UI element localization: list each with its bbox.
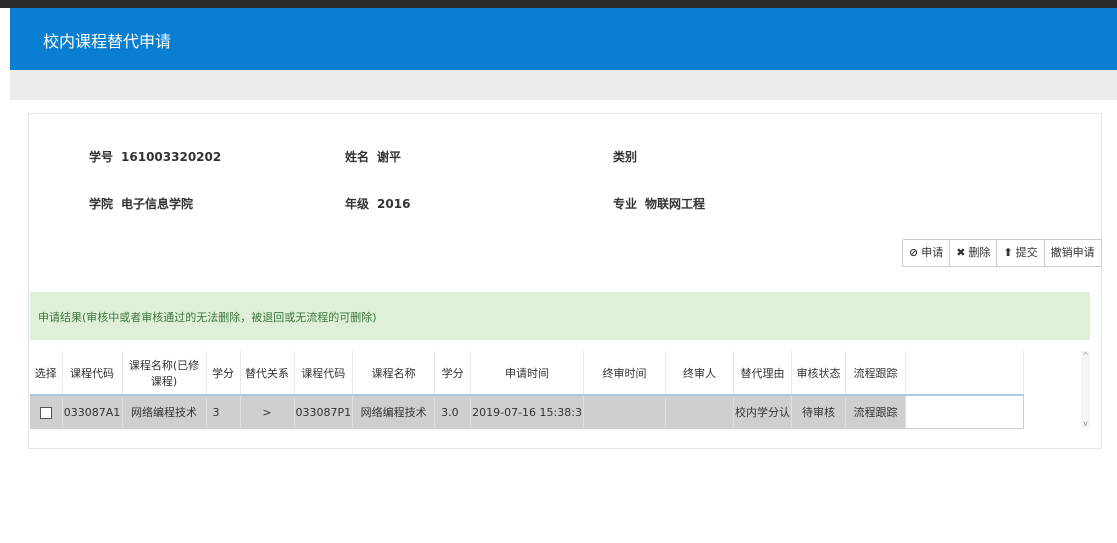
col-header-course-name-taken[interactable]: 课程名称(已修课程) xyxy=(122,351,207,396)
status-cell: 待审核 xyxy=(791,395,846,429)
relation-cell: > xyxy=(240,395,295,429)
action-toolbar: ⊘ 申请 ✖ 删除 ⬆ 提交 撤销申请 xyxy=(902,239,1102,267)
col-header-final-time[interactable]: 终审时间 xyxy=(583,351,666,396)
col-header-reason[interactable]: 替代理由 xyxy=(733,351,792,396)
student-name-label: 姓名 xyxy=(345,150,370,164)
student-id-label: 学号 xyxy=(89,150,114,164)
delete-button[interactable]: ✖ 删除 xyxy=(950,240,998,266)
sub-course-name-cell: 网络编程技术 xyxy=(352,395,436,429)
college-label: 学院 xyxy=(89,197,114,211)
col-header-apply-time[interactable]: 申请时间 xyxy=(470,351,584,396)
final-time-cell xyxy=(583,395,666,429)
student-id-field: 学号 161003320202 xyxy=(89,148,221,165)
final-reviewer-cell xyxy=(665,395,734,429)
student-name-field: 姓名 谢平 xyxy=(345,148,401,165)
empty-cell xyxy=(904,394,1024,429)
page-header: 校内课程替代申请 xyxy=(10,8,1117,70)
top-strip xyxy=(0,0,1117,8)
course-name-cell: 网络编程技术 xyxy=(122,395,207,429)
col-header-status[interactable]: 审核状态 xyxy=(791,351,846,396)
scroll-down-icon[interactable]: v xyxy=(1081,419,1090,428)
college-field: 学院 电子信息学院 xyxy=(89,195,193,212)
col-header-sub-course-name[interactable]: 课程名称 xyxy=(352,351,436,396)
col-header-credit[interactable]: 学分 xyxy=(206,351,241,396)
revoke-button[interactable]: 撤销申请 xyxy=(1045,240,1101,266)
major-value: 物联网工程 xyxy=(645,197,706,211)
category-field: 类别 xyxy=(613,148,645,165)
delete-button-label: 删除 xyxy=(968,246,991,259)
page-title: 校内课程替代申请 xyxy=(43,32,172,51)
apply-button[interactable]: ⊘ 申请 xyxy=(903,240,951,266)
result-note: 申请结果(审核中或者审核通过的无法删除，被退回或无流程的可删除) xyxy=(38,311,377,324)
col-header-sub-credit[interactable]: 学分 xyxy=(434,351,472,396)
apply-time-cell: 2019-07-16 15:38:3 xyxy=(470,395,584,429)
col-header-course-code[interactable]: 课程代码 xyxy=(62,351,123,396)
revoke-button-label: 撤销申请 xyxy=(1050,246,1095,259)
category-label: 类别 xyxy=(613,150,638,164)
table-scrollbar[interactable]: ^ v xyxy=(1081,351,1090,428)
student-name-value: 谢平 xyxy=(377,150,402,164)
student-id-value: 161003320202 xyxy=(121,150,222,164)
col-header-empty xyxy=(905,351,1024,396)
col-header-select[interactable]: 选择 xyxy=(30,351,63,396)
tracking-link[interactable]: 流程跟踪 xyxy=(845,395,906,429)
col-header-final-reviewer[interactable]: 终审人 xyxy=(665,351,734,396)
ban-icon: ⊘ xyxy=(909,246,919,259)
reason-cell: 校内学分认 xyxy=(733,395,792,429)
col-header-sub-course-code[interactable]: 课程代码 xyxy=(294,351,354,396)
course-code-link[interactable]: 033087A1 xyxy=(62,395,123,429)
scroll-up-icon[interactable]: ^ xyxy=(1081,351,1090,360)
grade-label: 年级 xyxy=(345,197,370,211)
apply-button-label: 申请 xyxy=(921,246,944,259)
close-icon: ✖ xyxy=(956,246,966,259)
credit-cell: 3 xyxy=(206,395,241,429)
table-row[interactable]: 033087A1 网络编程技术 3 > 033087P1 网络编程技术 3.0 … xyxy=(30,394,1024,429)
row-select-cell[interactable] xyxy=(30,395,63,429)
grade-field: 年级 2016 xyxy=(345,195,410,212)
major-field: 专业 物联网工程 xyxy=(613,195,705,212)
col-header-tracking[interactable]: 流程跟踪 xyxy=(845,351,906,396)
submit-button[interactable]: ⬆ 提交 xyxy=(997,240,1045,266)
application-table: 选择 课程代码 课程名称(已修课程) 学分 替代关系 课程代码 课程名称 学分 … xyxy=(30,351,1024,429)
college-value: 电子信息学院 xyxy=(121,197,194,211)
sub-credit-cell: 3.0 xyxy=(434,395,472,429)
submit-button-label: 提交 xyxy=(1015,246,1038,259)
upload-icon: ⬆ xyxy=(1003,246,1013,259)
col-header-relation[interactable]: 替代关系 xyxy=(240,351,295,396)
grade-value: 2016 xyxy=(377,197,411,211)
result-alert: 申请结果(审核中或者审核通过的无法删除，被退回或无流程的可删除) xyxy=(30,292,1090,340)
row-checkbox[interactable] xyxy=(39,406,52,419)
sub-course-code-link[interactable]: 033087P1 xyxy=(294,395,354,429)
major-label: 专业 xyxy=(613,197,638,211)
table-header-row: 选择 课程代码 课程名称(已修课程) 学分 替代关系 课程代码 课程名称 学分 … xyxy=(30,351,1024,396)
header-band xyxy=(10,70,1117,100)
